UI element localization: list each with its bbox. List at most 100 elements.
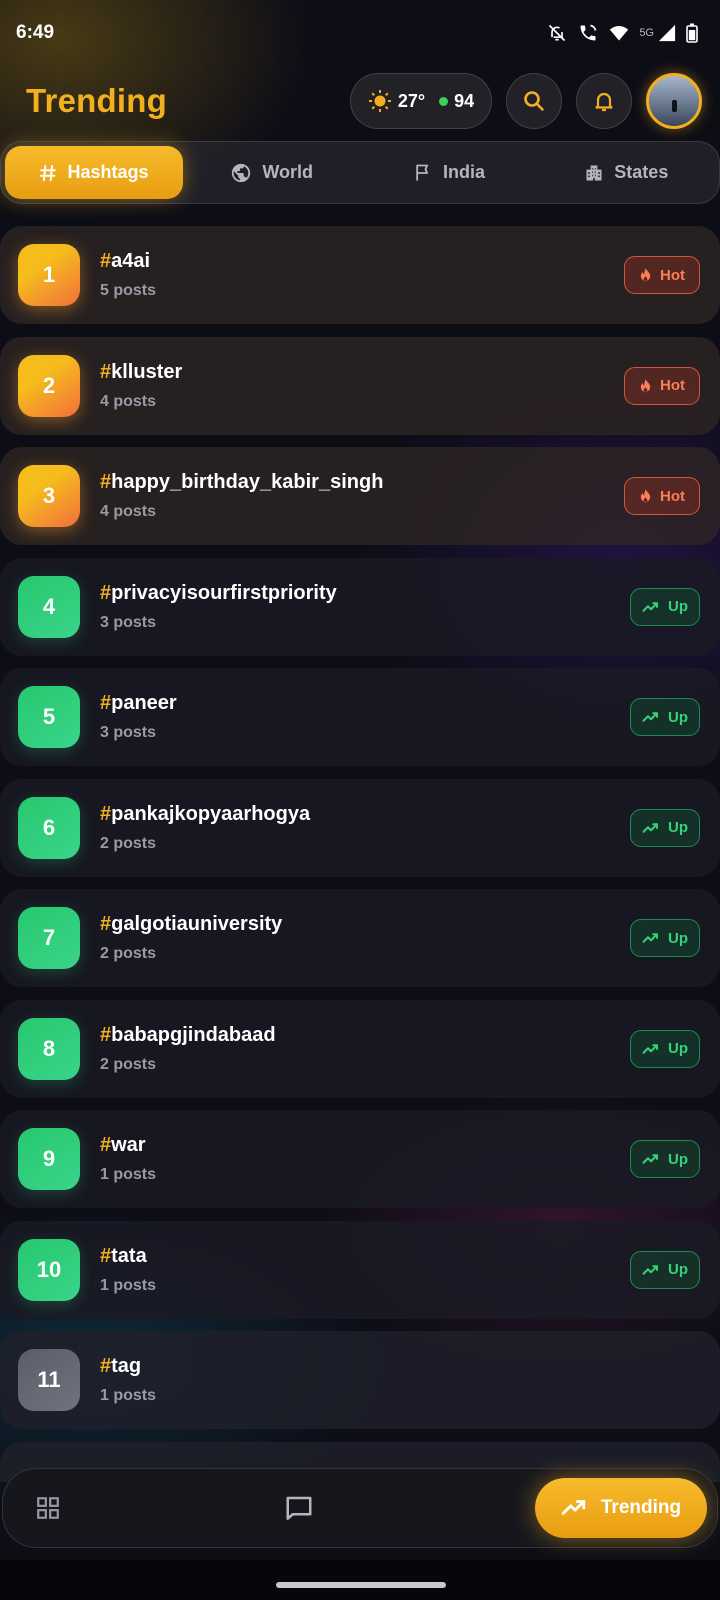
trend-up-icon <box>642 931 660 945</box>
rank-badge: 2 <box>18 354 80 417</box>
hashtag-text: babapgjindabaad <box>111 1023 276 1046</box>
status-badge: Hot <box>624 256 700 294</box>
rank-badge: 7 <box>18 907 80 969</box>
list-item[interactable]: 5 # paneer 3 posts Up <box>0 668 720 766</box>
bottom-navigation: Trending <box>2 1468 718 1548</box>
profile-avatar[interactable] <box>646 73 702 129</box>
rank-badge: 11 <box>18 1349 80 1411</box>
list-item[interactable]: 7 # galgotiauniversity 2 posts Up <box>0 889 720 987</box>
hashtag-text: a4ai <box>111 250 151 272</box>
notifications-off-icon <box>549 24 566 42</box>
nav-dashboard-button[interactable] <box>3 1468 93 1548</box>
hashtag-info: # war 1 posts <box>100 1134 630 1184</box>
hashtag-info: # privacyisourfirstpriority 3 posts <box>100 582 630 632</box>
hashtag-info: # paneer 3 posts <box>100 692 630 742</box>
hashtag-name: # privacyisourfirstpriority <box>100 582 630 605</box>
home-indicator[interactable] <box>276 1582 446 1588</box>
hashtag-name: # tata <box>100 1245 630 1268</box>
wifi-call-icon <box>580 24 597 41</box>
hashtag-name: # war <box>100 1134 630 1157</box>
status-badge: Hot <box>624 477 700 515</box>
badge-label: Up <box>668 708 688 726</box>
tab-label: States <box>614 162 669 182</box>
list-item[interactable]: 1 # a4ai 5 posts Hot <box>0 226 720 324</box>
hashtag-text: galgotiauniversity <box>111 913 283 935</box>
list-item[interactable]: 3 # happy_birthday_kabir_singh 4 posts Hot <box>0 447 720 545</box>
trend-up-icon <box>642 1152 660 1166</box>
hash-symbol: # <box>100 581 112 604</box>
hashtag-info: # galgotiauniversity 2 posts <box>100 913 630 963</box>
post-count: 3 posts <box>100 613 157 631</box>
badge-label: Hot <box>660 266 685 284</box>
badge-label: Hot <box>660 377 685 394</box>
nav-chat-button[interactable] <box>93 1468 505 1548</box>
post-count: 1 posts <box>100 1387 157 1404</box>
system-icons: 5G <box>547 23 698 43</box>
badge-label: Up <box>668 1261 688 1278</box>
hashtag-info: # babapgjindabaad 2 posts <box>100 1024 630 1074</box>
post-count: 1 posts <box>100 1276 157 1294</box>
hashtag-text: tata <box>111 1244 147 1267</box>
rank-badge: 5 <box>18 686 80 748</box>
rank-badge: 1 <box>18 244 80 306</box>
hash-symbol: # <box>100 913 112 935</box>
category-tabs: Hashtags World India States <box>0 141 720 204</box>
signal-icon <box>658 24 676 42</box>
status-badge: Up <box>630 698 700 736</box>
gesture-area <box>0 1560 720 1600</box>
badge-label: Up <box>668 598 688 615</box>
list-item[interactable]: 9 # war 1 posts Up <box>0 1110 720 1208</box>
tab-india[interactable]: India <box>360 146 537 199</box>
hash-symbol: # <box>100 250 112 272</box>
list-item[interactable]: 8 # babapgjindabaad 2 posts Up <box>0 999 720 1098</box>
badge-label: Up <box>668 1150 688 1168</box>
list-item[interactable]: 2 # klluster 4 posts Hot <box>0 336 720 435</box>
rank-badge: 6 <box>18 796 80 859</box>
list-item[interactable]: 6 # pankajkopyaarhogya 2 posts Up <box>0 778 720 877</box>
hashtag-info: # a4ai 5 posts <box>100 250 624 300</box>
weather-widget[interactable]: 27° 94 <box>350 73 492 129</box>
list-item[interactable]: 11 # tag 1 posts <box>0 1331 720 1429</box>
hash-symbol: # <box>100 802 112 825</box>
battery-icon <box>686 23 698 43</box>
tab-world[interactable]: World <box>183 146 360 199</box>
grid-icon <box>37 1497 59 1519</box>
status-badge: Up <box>630 1029 700 1068</box>
rank-badge: 4 <box>18 575 80 638</box>
fire-icon <box>639 268 652 282</box>
hashtag-text: klluster <box>111 360 183 383</box>
page-title: Trending <box>26 82 167 119</box>
trend-up-icon <box>642 1263 660 1277</box>
hashtag-info: # klluster 4 posts <box>100 361 624 411</box>
hashtag-text: pankajkopyaarhogya <box>111 802 311 825</box>
rank-badge: 8 <box>18 1017 80 1080</box>
fire-icon <box>639 489 652 503</box>
tab-hashtags[interactable]: Hashtags <box>5 146 183 199</box>
badge-label: Hot <box>660 487 685 505</box>
nav-trending-button[interactable]: Trending <box>535 1478 707 1538</box>
hashtag-info: # pankajkopyaarhogya 2 posts <box>100 803 630 853</box>
hashtag-name: # tag <box>100 1355 700 1378</box>
hash-symbol: # <box>100 1134 112 1156</box>
post-count: 1 posts <box>100 1166 157 1183</box>
hash-symbol: # <box>100 1355 112 1377</box>
search-button[interactable] <box>506 73 562 129</box>
hash-symbol: # <box>100 1023 112 1046</box>
tab-states[interactable]: States <box>538 146 715 199</box>
hash-symbol: # <box>100 1244 112 1267</box>
notifications-button[interactable] <box>576 73 632 129</box>
badge-label: Up <box>668 1040 688 1057</box>
hashtag-text: tag <box>111 1355 142 1377</box>
status-time: 6:49 <box>16 22 55 43</box>
post-count: 4 posts <box>100 503 157 520</box>
trend-up-icon <box>642 600 660 614</box>
list-item[interactable]: 4 # privacyisourfirstpriority 3 posts Up <box>0 557 720 656</box>
hashtag-info: # tag 1 posts <box>100 1355 700 1405</box>
list-item[interactable]: 10 # tata 1 posts Up <box>0 1220 720 1319</box>
fire-icon <box>639 378 652 393</box>
trend-up-icon <box>642 821 660 835</box>
hashtag-name: # pankajkopyaarhogya <box>100 803 630 826</box>
rank-badge: 10 <box>18 1238 80 1301</box>
hash-symbol: # <box>100 360 112 383</box>
globe-icon <box>232 163 251 182</box>
